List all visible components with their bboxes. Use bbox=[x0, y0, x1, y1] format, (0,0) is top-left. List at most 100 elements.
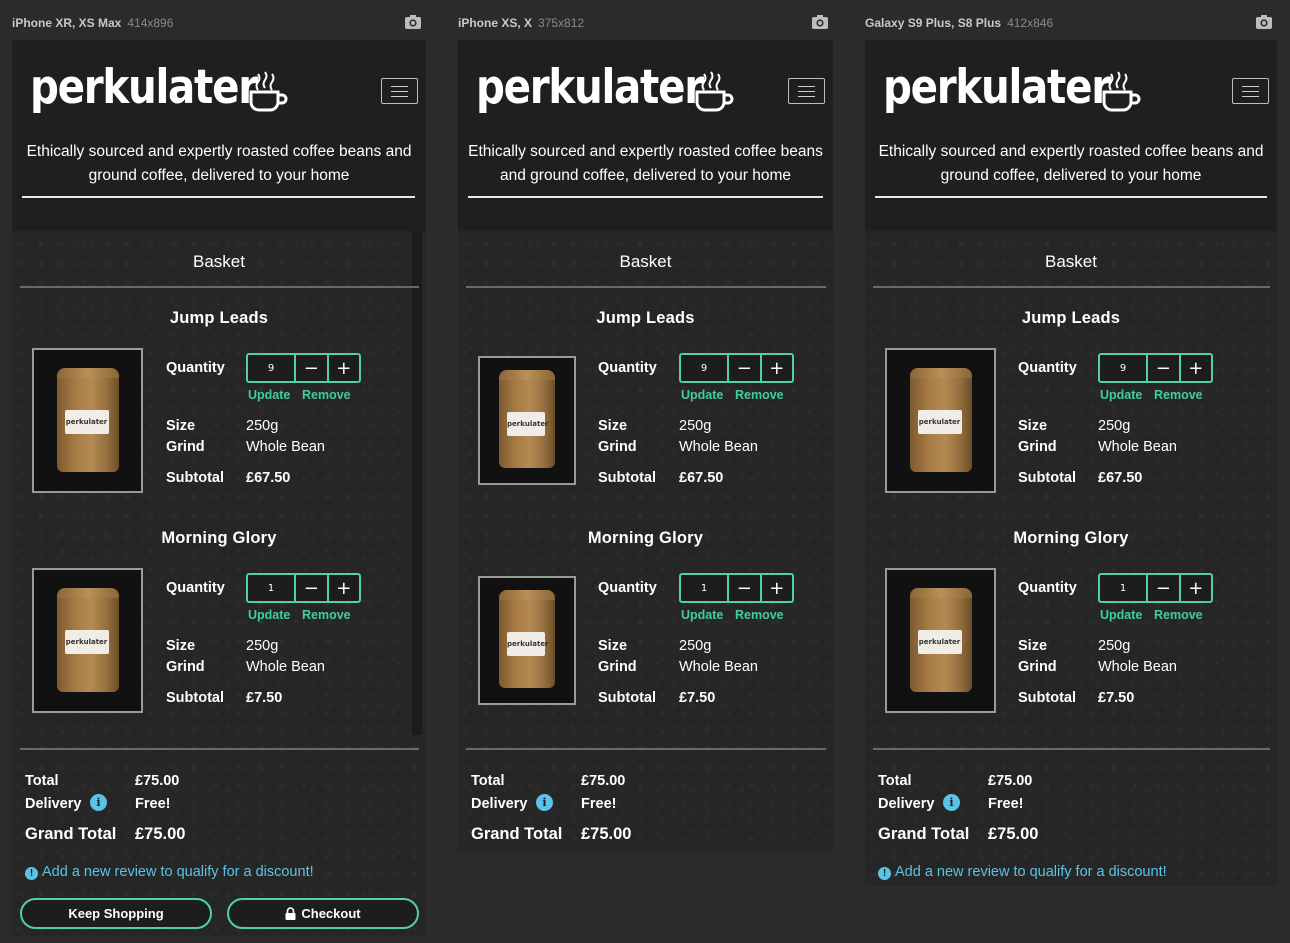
coffee-cup-icon bbox=[249, 71, 288, 112]
grind-label: Grind bbox=[1018, 659, 1057, 675]
grand-total-label: Grand Total bbox=[878, 825, 970, 843]
camera-icon[interactable] bbox=[404, 14, 422, 30]
logo[interactable]: perkulater bbox=[30, 64, 258, 111]
product-name: Jump Leads bbox=[596, 309, 695, 327]
increment-button[interactable]: + bbox=[1181, 355, 1212, 381]
decrement-button[interactable]: − bbox=[296, 575, 329, 601]
camera-icon[interactable] bbox=[1255, 14, 1273, 30]
update-link[interactable]: Update bbox=[681, 608, 723, 622]
product-name: Morning Glory bbox=[1013, 529, 1129, 547]
info-icon[interactable]: i bbox=[943, 794, 960, 811]
menu-toggle-button[interactable] bbox=[381, 78, 418, 104]
keep-shopping-button[interactable]: Keep Shopping bbox=[20, 898, 212, 929]
basket-title: Basket bbox=[1045, 252, 1097, 271]
total-value: £75.00 bbox=[581, 773, 626, 789]
quantity-stepper[interactable]: 9− + bbox=[246, 353, 361, 383]
camera-icon[interactable] bbox=[811, 14, 829, 30]
decrement-button[interactable]: − bbox=[1148, 355, 1181, 381]
decrement-button[interactable]: − bbox=[1148, 575, 1181, 601]
total-value: £75.00 bbox=[988, 773, 1033, 789]
grand-total-label: Grand Total bbox=[25, 825, 117, 843]
info-icon[interactable]: i bbox=[90, 794, 107, 811]
increment-button[interactable]: + bbox=[329, 575, 360, 601]
product-image[interactable]: perkulater bbox=[885, 568, 996, 713]
decrement-button[interactable]: − bbox=[729, 355, 762, 381]
quantity-input[interactable]: 1 bbox=[248, 575, 296, 601]
checkout-button[interactable]: Checkout bbox=[227, 898, 419, 929]
size-value: 250g bbox=[679, 418, 712, 434]
product-name: Morning Glory bbox=[161, 529, 277, 547]
review-discount-link[interactable]: ! Add a new review to qualify for a disco… bbox=[878, 864, 1167, 880]
grand-total-value: £75.00 bbox=[988, 825, 1039, 843]
increment-button[interactable]: + bbox=[762, 355, 793, 381]
increment-button[interactable]: + bbox=[329, 355, 360, 381]
device-frame-iphone-xs: perkulater Ethically sourced and expertl… bbox=[458, 40, 833, 852]
logo[interactable]: perkulater bbox=[883, 64, 1111, 111]
review-discount-link[interactable]: ! Add a new review to qualify for a disco… bbox=[25, 864, 314, 880]
remove-link[interactable]: Remove bbox=[1154, 388, 1203, 402]
scrollbar[interactable] bbox=[412, 231, 422, 735]
product-image[interactable]: perkulater bbox=[478, 576, 576, 705]
quantity-input[interactable]: 9 bbox=[681, 355, 729, 381]
subtotal-label: Subtotal bbox=[166, 690, 224, 706]
menu-toggle-button[interactable] bbox=[1232, 78, 1269, 104]
total-label: Total bbox=[471, 773, 505, 789]
decrement-button[interactable]: − bbox=[296, 355, 329, 381]
device-frame-galaxy-s9: perkulater Ethically sourced and expertl… bbox=[865, 40, 1277, 886]
device-frame-iphone-xr: perkulater Ethically sourced and expertl… bbox=[12, 40, 426, 936]
delivery-value: Free! bbox=[581, 796, 617, 812]
update-link[interactable]: Update bbox=[1100, 388, 1142, 402]
quantity-stepper[interactable]: 1− + bbox=[679, 573, 794, 603]
subtotal-value: £7.50 bbox=[246, 690, 283, 706]
update-link[interactable]: Update bbox=[248, 608, 290, 622]
decrement-button[interactable]: − bbox=[729, 575, 762, 601]
total-label: Total bbox=[878, 773, 912, 789]
device-label-3: Galaxy S9 Plus, S8 Plus 412x846 bbox=[865, 16, 1054, 30]
product-name: Morning Glory bbox=[587, 529, 704, 547]
quantity-stepper[interactable]: 9− + bbox=[1098, 353, 1213, 383]
quantity-label: Quantity bbox=[598, 580, 657, 596]
size-label: Size bbox=[1018, 418, 1048, 434]
quantity-stepper[interactable]: 1− + bbox=[1098, 573, 1213, 603]
update-link[interactable]: Update bbox=[681, 388, 723, 402]
grind-value: Whole Bean bbox=[679, 659, 758, 675]
quantity-label: Quantity bbox=[598, 360, 657, 376]
product-image[interactable]: perkulater bbox=[478, 356, 576, 485]
remove-link[interactable]: Remove bbox=[735, 608, 784, 622]
quantity-stepper[interactable]: 1− + bbox=[246, 573, 361, 603]
remove-link[interactable]: Remove bbox=[735, 388, 784, 402]
product-image[interactable]: perkulater bbox=[32, 568, 143, 713]
subtotal-label: Subtotal bbox=[598, 470, 656, 486]
quantity-stepper[interactable]: 9− + bbox=[679, 353, 794, 383]
quantity-input[interactable]: 9 bbox=[248, 355, 296, 381]
grind-label: Grind bbox=[1018, 439, 1057, 455]
quantity-input[interactable]: 1 bbox=[1100, 575, 1148, 601]
delivery-label: Delivery bbox=[471, 796, 528, 812]
increment-button[interactable]: + bbox=[1181, 575, 1212, 601]
grind-label: Grind bbox=[598, 659, 637, 675]
update-link[interactable]: Update bbox=[248, 388, 290, 402]
product-image[interactable]: perkulater bbox=[32, 348, 143, 493]
grind-value: Whole Bean bbox=[246, 659, 325, 675]
tagline: Ethically sourced and expertly roasted c… bbox=[26, 143, 412, 184]
subtotal-label: Subtotal bbox=[166, 470, 224, 486]
size-value: 250g bbox=[679, 638, 712, 654]
alert-icon: ! bbox=[25, 867, 38, 880]
delivery-value: Free! bbox=[988, 796, 1024, 812]
menu-toggle-button[interactable] bbox=[788, 78, 825, 104]
product-image[interactable]: perkulater bbox=[885, 348, 996, 493]
remove-link[interactable]: Remove bbox=[302, 608, 351, 622]
update-link[interactable]: Update bbox=[1100, 608, 1142, 622]
grind-value: Whole Bean bbox=[1098, 659, 1177, 675]
quantity-input[interactable]: 1 bbox=[681, 575, 729, 601]
remove-link[interactable]: Remove bbox=[1154, 608, 1203, 622]
info-icon[interactable]: i bbox=[536, 794, 553, 811]
product-name: Jump Leads bbox=[169, 309, 269, 327]
logo[interactable]: perkulater bbox=[476, 64, 704, 111]
increment-button[interactable]: + bbox=[762, 575, 793, 601]
quantity-input[interactable]: 9 bbox=[1100, 355, 1148, 381]
quantity-label: Quantity bbox=[1018, 360, 1077, 376]
size-label: Size bbox=[598, 638, 628, 654]
subtotal-value: £67.50 bbox=[1098, 470, 1143, 486]
remove-link[interactable]: Remove bbox=[302, 388, 351, 402]
